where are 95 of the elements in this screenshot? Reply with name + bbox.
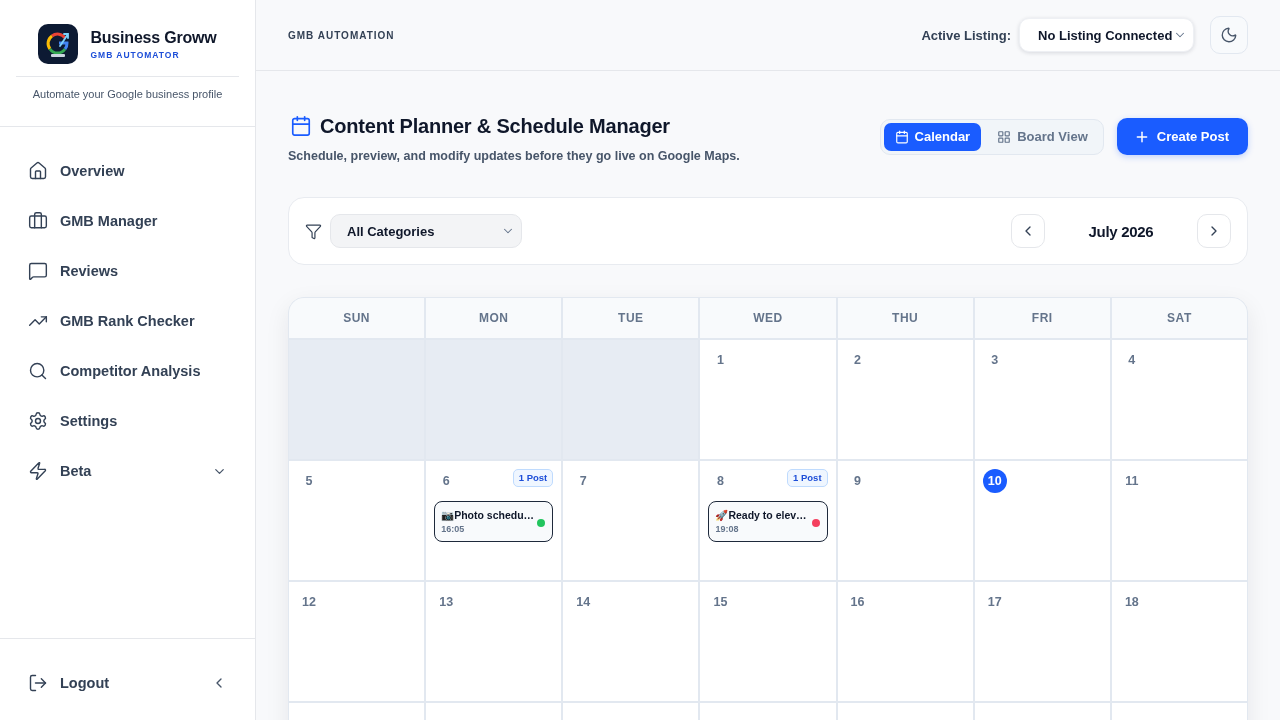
calendar-day-cell[interactable]: 17	[974, 582, 1110, 701]
filter-icon	[305, 222, 322, 240]
post-time: 19:08	[715, 524, 740, 535]
day-number: 10	[982, 469, 1007, 493]
post-time: 16:05	[441, 524, 466, 535]
nav-label: GMB Rank Checker	[60, 313, 196, 329]
nav-item[interactable]: Competitor Analysis	[28, 351, 227, 391]
day-number: 13	[438, 594, 455, 611]
calendar-day-cell[interactable]: 18	[1111, 582, 1247, 701]
calendar-day-cell[interactable]: 9	[837, 461, 973, 580]
brand-tagline: GMB AUTOMATOR	[90, 49, 181, 60]
nav-label: Beta	[60, 463, 93, 479]
weekday-header: THU	[837, 298, 973, 338]
calendar-day-cell[interactable]: 3	[974, 340, 1110, 459]
nav-label: Reviews	[60, 263, 120, 279]
day-number: 15	[712, 594, 729, 611]
day-number: 7	[578, 473, 588, 490]
calendar-day-cell[interactable]: 7	[563, 461, 699, 580]
day-number: 11	[1124, 473, 1140, 490]
logout-button[interactable]: Logout	[28, 673, 110, 693]
grid-icon	[997, 129, 1012, 144]
post-card[interactable]: 🚀Ready to elev… 19:08	[708, 501, 828, 542]
post-count-badge: 1 Post	[512, 469, 554, 487]
calendar-icon	[290, 115, 312, 137]
calendar-day-cell[interactable]: 6 1 Post 📷Photo schedu… 16:05	[426, 461, 562, 580]
theme-toggle-button[interactable]	[1210, 16, 1248, 54]
category-select[interactable]: All Categories	[330, 214, 522, 248]
weekday-header: FRI	[974, 298, 1110, 338]
day-number: 1	[715, 352, 725, 369]
listing-select[interactable]: No Listing Connected	[1019, 18, 1194, 52]
logout-icon	[28, 673, 48, 693]
logo-icon	[38, 24, 79, 64]
calendar-day-cell[interactable]: 1	[700, 340, 836, 459]
calendar-day-cell[interactable]: 8 1 Post 🚀Ready to elev… 19:08	[700, 461, 836, 580]
post-card[interactable]: 📷Photo schedu… 16:05	[434, 501, 554, 542]
calendar-day-cell[interactable]: 11	[1111, 461, 1247, 580]
weekday-header: TUE	[563, 298, 699, 338]
calendar-icon	[894, 129, 909, 144]
post-title: 📷Photo schedu…	[441, 508, 534, 522]
settings-icon	[28, 411, 48, 431]
nav-item[interactable]: GMB Rank Checker	[28, 301, 227, 341]
page-title: Content Planner & Schedule Manager	[320, 114, 670, 139]
post-count-badge: 1 Post	[787, 469, 828, 487]
nav-label: GMB Manager	[60, 213, 159, 229]
day-number: 9	[853, 473, 863, 490]
view-tab[interactable]: Calendar	[883, 122, 982, 151]
day-number: 4	[1127, 352, 1137, 369]
view-tab[interactable]: Board View	[985, 122, 1100, 151]
weekday-header: SAT	[1111, 298, 1247, 338]
calendar-day-cell[interactable]: 13	[426, 582, 562, 701]
brand-name: Business Groww	[90, 28, 217, 47]
calendar-day-cell[interactable]: 5	[289, 461, 425, 580]
nav-item[interactable]: Reviews	[28, 251, 227, 291]
post-title: 🚀Ready to elev…	[715, 508, 807, 522]
briefcase-icon	[28, 211, 48, 231]
listing-label: Active Listing:	[921, 27, 1011, 43]
weekday-header: SUN	[289, 298, 425, 338]
calendar-day-cell[interactable]: 12	[289, 582, 425, 701]
calendar-day-cell[interactable]: 10	[974, 461, 1110, 580]
section-label: GMB AUTOMATION	[288, 29, 395, 41]
weekday-header: WED	[700, 298, 836, 338]
page-subtitle: Schedule, preview, and modify updates before they go live on Google Maps.	[288, 148, 740, 165]
calendar-day-cell[interactable]: 2	[837, 340, 973, 459]
calendar-day-cell[interactable]: 16	[837, 582, 973, 701]
calendar-day-cell[interactable]: 15	[700, 582, 836, 701]
month-label: July 2026	[1087, 222, 1155, 240]
next-month-button[interactable]	[1197, 214, 1231, 248]
nav-label: Overview	[60, 163, 126, 179]
calendar-day-cell[interactable]: 4	[1111, 340, 1247, 459]
day-number: 2	[853, 352, 863, 369]
day-number: 5	[304, 473, 314, 490]
home-icon	[28, 161, 48, 181]
day-number: 6	[441, 473, 451, 490]
nav-item[interactable]: Overview	[28, 151, 227, 191]
nav-item[interactable]: Beta	[28, 451, 227, 491]
day-number: 3	[990, 352, 1000, 369]
previous-month-button[interactable]	[1011, 214, 1045, 248]
nav-label: Competitor Analysis	[60, 363, 202, 379]
search-icon	[28, 361, 48, 381]
day-number: 16	[849, 594, 866, 611]
brand-description: Automate your Google business profile	[32, 87, 223, 102]
day-number: 18	[1123, 594, 1140, 611]
chat-bubble-icon	[28, 261, 48, 281]
day-number: 12	[301, 594, 317, 611]
nav-item[interactable]: GMB Manager	[28, 201, 227, 241]
lightning-icon	[28, 461, 48, 481]
nav-item[interactable]: Settings	[28, 401, 227, 441]
calendar-day-cell[interactable]: 14	[563, 582, 699, 701]
nav-label: Settings	[60, 413, 119, 429]
create-post-button[interactable]: Create Post	[1116, 118, 1248, 155]
day-number: 8	[715, 473, 725, 490]
day-number: 17	[986, 594, 1003, 611]
weekday-header: MON	[426, 298, 562, 338]
day-number: 14	[575, 594, 592, 611]
moon-icon	[1220, 26, 1238, 44]
